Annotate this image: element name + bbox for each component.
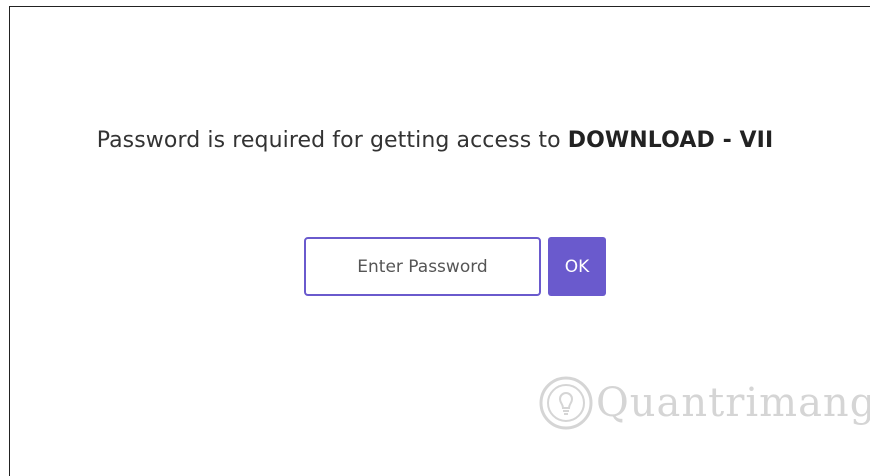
password-form: OK (304, 237, 606, 296)
password-prompt: Password is required for getting access … (0, 128, 870, 153)
lightbulb-icon (539, 376, 593, 430)
prompt-text: Password is required for getting access … (96, 128, 568, 153)
prompt-target-name: DOWNLOAD - VII (567, 128, 774, 153)
password-input[interactable] (304, 237, 541, 296)
ok-button[interactable]: OK (548, 237, 606, 296)
watermark-text: Quantrimang (596, 380, 870, 426)
watermark: Quantrimang (538, 375, 870, 431)
